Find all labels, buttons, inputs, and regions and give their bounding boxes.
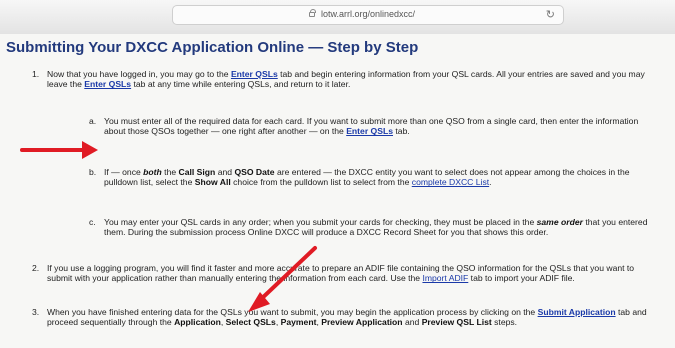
step-c-text: You may enter your QSL cards in any orde… <box>104 217 652 238</box>
step-3-text-a: When you have finished entering data for… <box>47 307 538 317</box>
step-3-bold-preview-application: Preview Application <box>321 317 403 328</box>
step-b-text: If — once both the Call Sign and QSO Dat… <box>104 167 652 188</box>
complete-dxcc-list-link[interactable]: complete DXCC List <box>412 177 489 187</box>
lock-icon <box>309 9 316 17</box>
step-b-bold-show-all: Show All <box>194 177 231 188</box>
step-2-text-b: tab to import your ADIF file. <box>468 273 575 284</box>
step-b-text-b: the <box>161 167 179 177</box>
step-3-bold-application: Application <box>174 317 221 328</box>
step-3-bold-payment: Payment <box>280 317 317 328</box>
step-b-text-f: . <box>489 177 492 188</box>
step-3-text: When you have finished entering data for… <box>47 307 655 328</box>
step-b-text-c: and <box>215 167 235 177</box>
import-adif-link[interactable]: Import ADIF <box>422 273 468 283</box>
step-3-text-g: steps. <box>491 317 518 328</box>
submit-application-link[interactable]: Submit Application <box>538 307 616 317</box>
step-b-text-e: choice from the pulldown list to select … <box>230 177 412 188</box>
step-a-number: a. <box>89 116 97 126</box>
step-1-text-a: Now that you have logged in, you may go … <box>47 69 231 79</box>
step-2-number: 2. <box>32 263 40 273</box>
step-3-bold-select-qsls: Select QSLs <box>225 317 276 328</box>
address-bar[interactable]: lotw.arrl.org/onlinedxcc/ ↻ <box>172 5 564 25</box>
page-content: Submitting Your DXCC Application Online … <box>0 34 675 348</box>
step-b-bold-call-sign: Call Sign <box>178 167 216 177</box>
enter-qsls-link-2[interactable]: Enter QSLs <box>84 79 131 89</box>
screen: lotw.arrl.org/onlinedxcc/ ↻ Submitting Y… <box>0 0 675 348</box>
step-c-text-a: You may enter your QSL cards in any orde… <box>104 217 537 227</box>
step-a-text-b: tab. <box>393 126 410 137</box>
step-c-number: c. <box>89 217 96 227</box>
step-b-bold-qso-date: QSO Date <box>234 167 275 177</box>
step-b-bold-both: both <box>143 167 162 177</box>
page-title: Submitting Your DXCC Application Online … <box>6 39 419 56</box>
step-a-text: You must enter all of the required data … <box>104 116 652 137</box>
step-3-text-f: and <box>402 317 422 328</box>
step-b-text-a: If — once <box>104 167 144 177</box>
browser-toolbar: lotw.arrl.org/onlinedxcc/ ↻ <box>0 0 675 35</box>
step-1-text: Now that you have logged in, you may go … <box>47 69 655 90</box>
enter-qsls-link-3[interactable]: Enter QSLs <box>346 126 393 136</box>
reload-icon[interactable]: ↻ <box>546 8 555 21</box>
step-1-number: 1. <box>32 69 40 79</box>
step-3-number: 3. <box>32 307 40 317</box>
step-c-bold-same-order: same order <box>536 217 583 227</box>
step-1-text-c: tab at any time while entering QSLs, and… <box>131 79 351 90</box>
step-b-number: b. <box>89 167 97 177</box>
enter-qsls-link-1[interactable]: Enter QSLs <box>231 69 278 79</box>
url-text: lotw.arrl.org/onlinedxcc/ <box>321 9 416 19</box>
step-3-bold-preview-qsl-list: Preview QSL List <box>421 317 492 328</box>
step-2-text: If you use a logging program, you will f… <box>47 263 655 284</box>
